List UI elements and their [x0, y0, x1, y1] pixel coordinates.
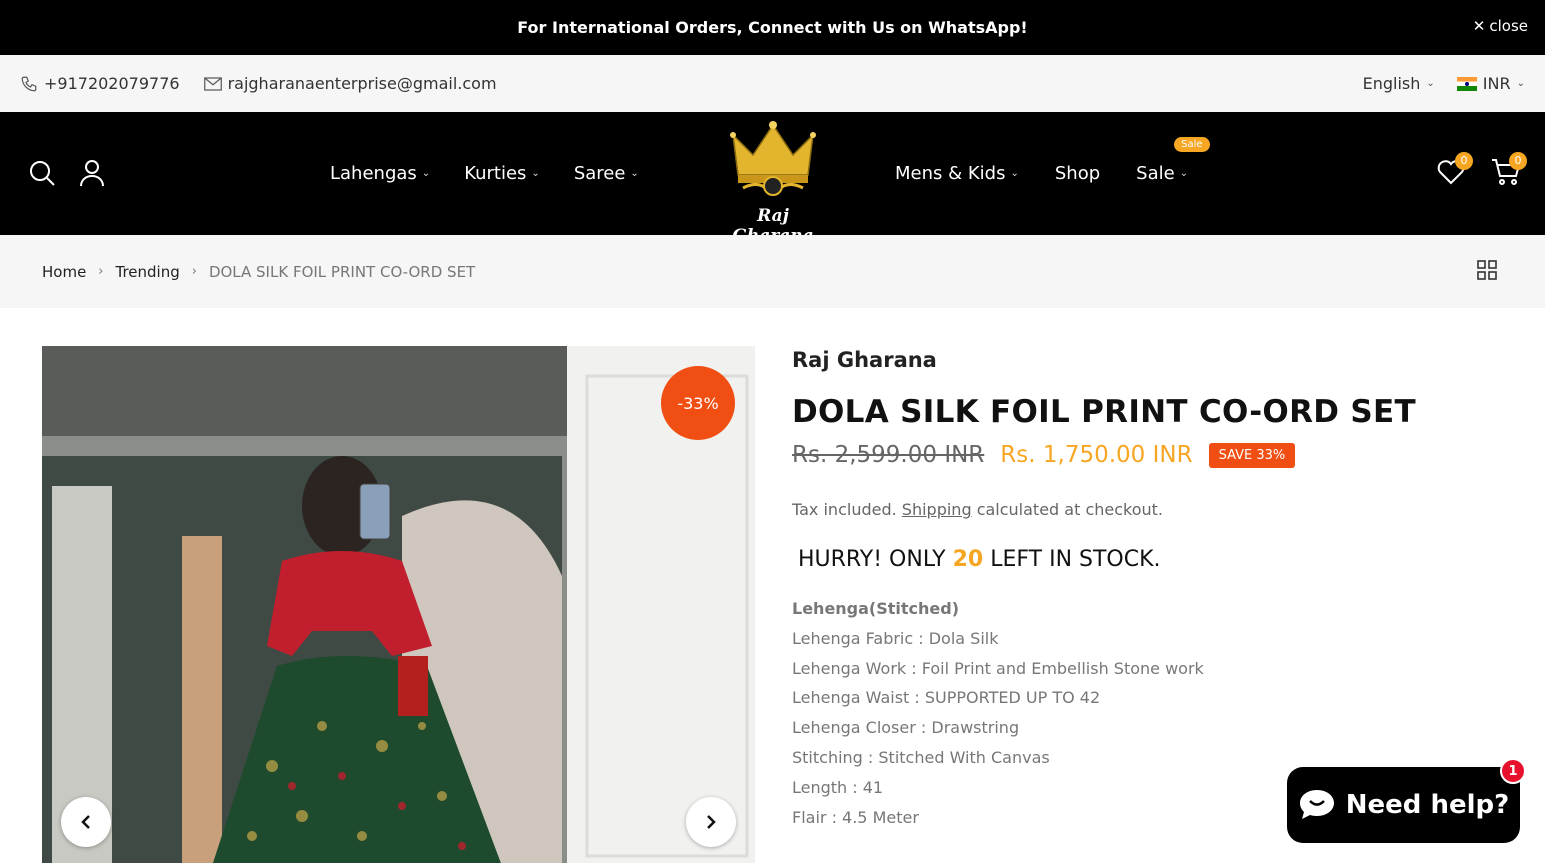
sale-price: Rs. 1,750.00 INR: [1000, 442, 1193, 468]
product-vendor[interactable]: Raj Gharana: [792, 348, 1492, 372]
shipping-link[interactable]: Shipping: [902, 500, 972, 519]
chevron-down-icon: ⌄: [1010, 168, 1019, 179]
nav-item-kurties[interactable]: Kurties ⌄: [464, 163, 540, 184]
announcement-bar: For International Orders, Connect with U…: [0, 0, 1545, 55]
chevron-left-icon: [81, 815, 90, 829]
user-icon: [80, 160, 104, 187]
nav-item-mens-kids[interactable]: Mens & Kids ⌄: [895, 163, 1019, 184]
chat-bubble-icon: [1299, 790, 1334, 819]
chevron-down-icon: ⌄: [1516, 78, 1525, 89]
nav-label: Shop: [1054, 163, 1101, 184]
chevron-down-icon: ⌄: [1426, 78, 1435, 89]
grid-icon: [1477, 260, 1497, 280]
description-line: Lehenga Closer : Drawstring: [792, 718, 1020, 738]
chevron-down-icon: ⌄: [531, 168, 540, 179]
description-line: Lehenga Fabric : Dola Silk: [792, 628, 999, 648]
sale-badge: Sale: [1174, 137, 1210, 152]
price-block: Rs. 2,599.00 INR Rs. 1,750.00 INR SAVE 3…: [792, 442, 1492, 468]
email-contact[interactable]: rajgharanaenterprise@gmail.com: [203, 74, 497, 93]
nav-label: Kurties: [464, 163, 527, 184]
nav-right: Mens & Kids ⌄ Shop Sale Sale ⌄: [895, 112, 1210, 235]
stock-suffix: LEFT IN STOCK.: [990, 547, 1161, 572]
currency-selector[interactable]: INR ⌄: [1456, 74, 1525, 93]
crown-logo-icon: [730, 121, 816, 196]
phone-icon: [21, 76, 37, 91]
close-label: close: [1489, 17, 1528, 35]
breadcrumb-current: DOLA SILK FOIL PRINT CO-ORD SET: [208, 262, 476, 281]
india-flag-icon: [1456, 76, 1477, 91]
stock-prefix: HURRY! ONLY: [798, 547, 946, 572]
description-heading: Lehenga(Stitched): [792, 599, 960, 618]
discount-badge: -33%: [661, 366, 735, 440]
tax-prefix: Tax included.: [792, 500, 897, 519]
next-image-button[interactable]: [686, 797, 736, 847]
save-badge: SAVE 33%: [1208, 442, 1296, 468]
compare-price: Rs. 2,599.00 INR: [792, 442, 985, 468]
close-icon: ✕: [1472, 17, 1486, 35]
main-header: Lahengas ⌄ Kurties ⌄ Saree ⌄ Raj Gharana Me…: [0, 112, 1545, 246]
search-icon: [30, 161, 55, 186]
site-logo[interactable]: Raj Gharana: [716, 120, 830, 246]
product-title: DOLA SILK FOIL PRINT CO-ORD SET: [792, 394, 1416, 430]
chat-help-button[interactable]: Need help? 1: [1287, 758, 1526, 843]
phone-number: +917202079776: [44, 74, 180, 93]
language-selector[interactable]: English ⌄: [1363, 74, 1435, 93]
wishlist-button[interactable]: 0: [1437, 152, 1473, 186]
announcement-close-button[interactable]: ✕ close: [1473, 17, 1528, 35]
cart-count: 0: [1509, 152, 1527, 170]
currency-label: INR: [1482, 74, 1511, 93]
breadcrumb-category[interactable]: Trending: [116, 263, 180, 281]
nav-left: Lahengas ⌄ Kurties ⌄ Saree ⌄: [330, 112, 639, 235]
nav-label: Mens & Kids: [895, 163, 1006, 184]
mail-icon: [203, 76, 222, 91]
grid-view-button[interactable]: [1477, 260, 1497, 284]
prev-image-button[interactable]: [61, 797, 111, 847]
breadcrumb: Home › Trending › DOLA SILK FOIL PRINT C…: [0, 235, 1545, 308]
nav-item-saree[interactable]: Saree ⌄: [574, 163, 639, 184]
email-address: rajgharanaenterprise@gmail.com: [227, 74, 497, 93]
product-image-gallery[interactable]: [42, 346, 755, 863]
chevron-right-icon: ›: [98, 264, 104, 279]
description-line: Lehenga Work : Foil Print and Embellish …: [792, 658, 1204, 678]
chat-label: Need help?: [1345, 790, 1510, 820]
nav-label: Saree: [573, 163, 626, 184]
description-line: Lehenga Waist : SUPPORTED UP TO 42: [792, 688, 1101, 708]
chat-notification-badge: 1: [1500, 758, 1526, 784]
chevron-right-icon: ›: [191, 264, 197, 279]
nav-item-lahengas[interactable]: Lahengas ⌄: [330, 163, 430, 184]
nav-label: Lahengas: [330, 163, 417, 184]
wishlist-count: 0: [1455, 152, 1473, 170]
phone-contact[interactable]: +917202079776: [20, 74, 180, 93]
announcement-text: For International Orders, Connect with U…: [517, 18, 1028, 37]
stock-count: 20: [952, 547, 984, 572]
nav-item-shop[interactable]: Shop: [1055, 163, 1100, 184]
breadcrumb-home[interactable]: Home: [42, 263, 86, 281]
product-info: Raj Gharana DOLA SILK FOIL PRINT CO-ORD …: [792, 348, 1492, 832]
chevron-down-icon: ⌄: [630, 168, 639, 179]
nav-label: Sale: [1136, 163, 1175, 184]
stock-notice: HURRY! ONLY 20 LEFT IN STOCK.: [798, 547, 1492, 572]
chevron-down-icon: ⌄: [421, 168, 431, 179]
chevron-down-icon: ⌄: [1179, 168, 1189, 179]
tax-suffix: calculated at checkout.: [976, 500, 1164, 519]
chevron-right-icon: [707, 815, 716, 829]
account-button[interactable]: [78, 159, 106, 187]
language-label: English: [1362, 74, 1421, 93]
cart-button[interactable]: 0: [1491, 152, 1527, 186]
nav-item-sale[interactable]: Sale Sale ⌄: [1136, 137, 1210, 184]
top-info-bar: +917202079776 rajgharanaenterprise@gmail…: [0, 55, 1545, 112]
product-image: [42, 346, 755, 863]
tax-note: Tax included. Shipping calculated at che…: [792, 500, 1492, 519]
search-button[interactable]: [28, 159, 56, 187]
